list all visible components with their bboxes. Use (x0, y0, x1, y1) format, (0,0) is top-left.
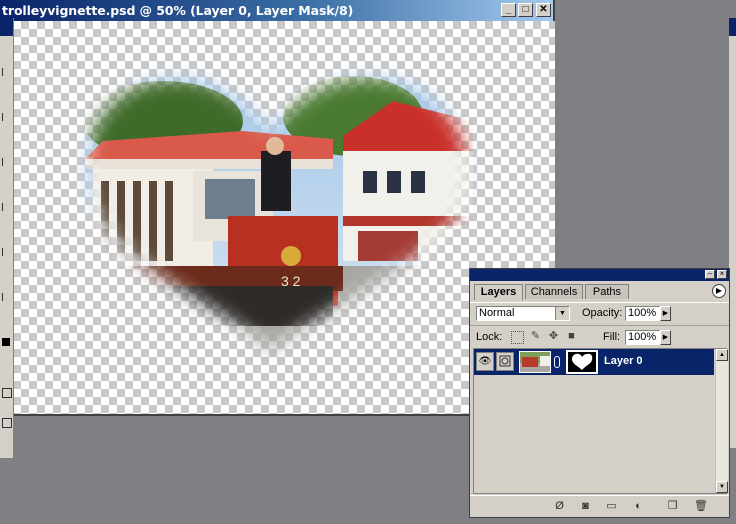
blend-mode-select[interactable]: Normal ▼ (476, 306, 570, 321)
layer-style-icon[interactable]: Ø (553, 500, 566, 513)
tab-paths[interactable]: Paths (585, 284, 629, 299)
maximize-button[interactable]: □ (518, 3, 533, 17)
tool-button[interactable] (2, 248, 11, 256)
blend-row: Normal ▼ Opacity: 100% ▶ (470, 302, 729, 323)
document-title: trolleyvignette.psd @ 50% (Layer 0, Laye… (2, 3, 354, 18)
opacity-field[interactable]: 100% (625, 306, 660, 321)
lock-row: Lock: ✎ ✥ ■ Fill: 100% ▶ (470, 325, 729, 348)
opacity-slider-arrow[interactable]: ▶ (660, 306, 671, 321)
tool-button[interactable] (2, 418, 12, 428)
trash-icon[interactable]: 🗑 (694, 500, 708, 513)
scroll-up-arrow[interactable]: ▲ (716, 349, 728, 361)
adjustment-layer-icon[interactable]: ◐ (632, 500, 645, 513)
layer-mask-icon[interactable]: ◙ (579, 500, 592, 513)
fill-slider-arrow[interactable]: ▶ (660, 330, 671, 345)
lock-all-icon[interactable]: ■ (566, 331, 577, 342)
folder-icon[interactable]: ▭ (605, 500, 618, 513)
chain-link-icon[interactable] (554, 356, 560, 368)
new-layer-icon[interactable]: ❐ (666, 500, 679, 513)
brush-icon (496, 352, 514, 371)
scroll-down-arrow[interactable]: ▼ (716, 481, 728, 493)
lock-label: Lock: (476, 331, 503, 343)
palette-titlebar[interactable]: – × (470, 269, 729, 281)
layer-thumbnail[interactable] (519, 351, 551, 373)
tab-channels[interactable]: Channels (525, 284, 583, 299)
layer-row[interactable]: 👁 Layer 0 (474, 349, 714, 375)
toolbox-titlebar (0, 18, 13, 36)
tool-button[interactable] (2, 68, 11, 76)
eye-icon[interactable]: 👁 (476, 352, 494, 371)
blend-mode-value: Normal (479, 307, 515, 319)
tool-button[interactable] (2, 113, 11, 121)
close-button[interactable]: ✕ (536, 3, 551, 17)
palette-minimize-button[interactable]: – (705, 270, 715, 279)
palette-close-button[interactable]: × (717, 270, 727, 279)
layers-scrollbar[interactable]: ▲ ▼ (715, 349, 728, 493)
tool-button[interactable] (2, 293, 11, 301)
chevron-down-icon: ▼ (555, 307, 569, 320)
tab-layers[interactable]: Layers (474, 284, 523, 300)
layers-palette: – × Layers Channels Paths ▶ Normal ▼ Opa… (469, 268, 730, 518)
document-titlebar[interactable]: trolleyvignette.psd @ 50% (Layer 0, Laye… (0, 0, 553, 21)
lock-transparent-pixels-icon[interactable] (511, 331, 524, 344)
palette-bottom-bar: Ø ◙ ▭ ◐ ❐ 🗑 (470, 495, 729, 518)
layers-list: 👁 Layer 0 ▲ ▼ (473, 348, 728, 494)
fill-label: Fill: (603, 331, 621, 343)
tool-button[interactable] (2, 203, 11, 211)
layer-mask-thumbnail[interactable] (566, 350, 598, 374)
layer-name: Layer 0 (604, 355, 643, 367)
foreground-color-swatch[interactable] (2, 338, 10, 346)
right-panel-titlebar (729, 18, 736, 36)
fill-field[interactable]: 100% (625, 330, 660, 345)
minimize-button[interactable]: _ (501, 3, 516, 17)
opacity-label: Opacity: (582, 307, 623, 319)
tool-button[interactable] (2, 388, 12, 398)
svg-text:3 2: 3 2 (281, 273, 301, 289)
lock-position-icon[interactable]: ✥ (548, 331, 559, 342)
toolbox (0, 18, 14, 458)
lock-image-pixels-icon[interactable]: ✎ (530, 331, 541, 342)
panel-menu-arrow-icon[interactable]: ▶ (712, 284, 726, 298)
tool-button[interactable] (2, 158, 11, 166)
